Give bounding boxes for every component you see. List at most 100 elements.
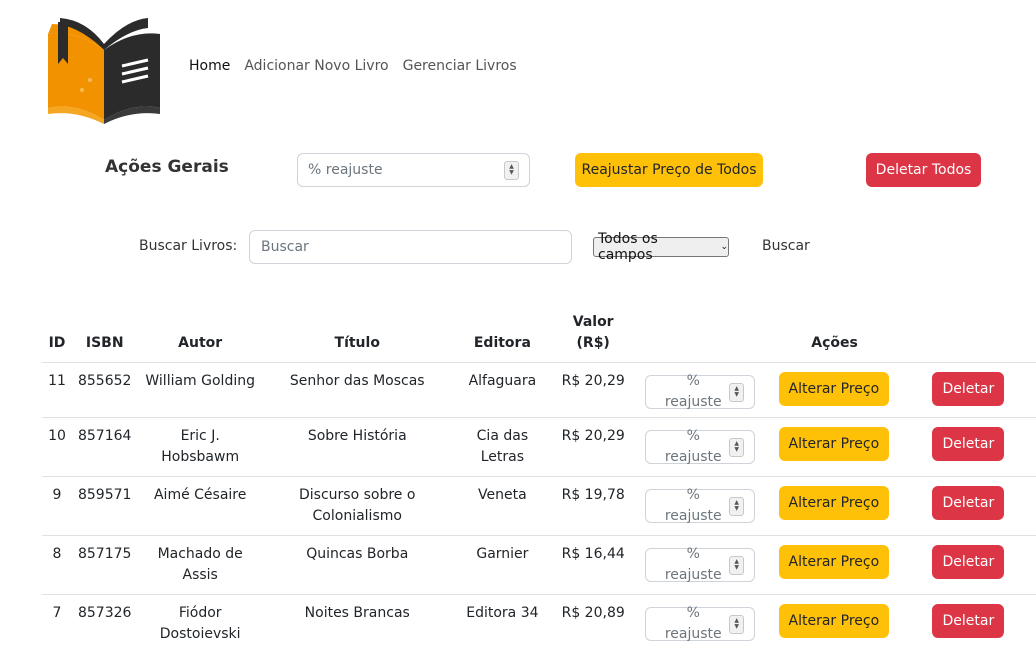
cell-id: 10: [42, 418, 72, 477]
deletar-button[interactable]: Deletar: [932, 486, 1004, 520]
nav-manage-books-link[interactable]: Gerenciar Livros: [403, 58, 517, 74]
spinner-icon[interactable]: ▲▼: [729, 438, 744, 457]
cell-reajuste: % reajuste▲▼: [633, 536, 767, 595]
cell-reajuste: % reajuste▲▼: [633, 418, 767, 477]
row-reajuste-input[interactable]: % reajuste▲▼: [645, 489, 755, 523]
search-placeholder: Buscar: [261, 239, 309, 255]
cell-deletar: Deletar: [901, 418, 1036, 477]
alterar-preco-button[interactable]: Alterar Preço: [779, 427, 889, 461]
row-reajuste-input[interactable]: % reajuste▲▼: [645, 607, 755, 641]
nav-add-book-link[interactable]: Adicionar Novo Livro: [244, 58, 388, 74]
cell-valor: R$ 20,29: [553, 418, 633, 477]
cell-deletar: Deletar: [901, 536, 1036, 595]
cell-valor: R$ 16,44: [553, 536, 633, 595]
alterar-preco-button[interactable]: Alterar Preço: [779, 545, 889, 579]
cell-titulo: Discurso sobre o Colonialismo: [263, 477, 452, 536]
search-field-select[interactable]: Todos os campos ⌄: [593, 237, 729, 257]
cell-isbn: 855652: [72, 363, 137, 418]
cell-deletar: Deletar: [901, 595, 1036, 653]
header-editora: Editora: [452, 312, 554, 363]
cell-isbn: 857175: [72, 536, 137, 595]
row-reajuste-input[interactable]: % reajuste▲▼: [645, 548, 755, 582]
table-header-row: ID ISBN Autor Título Editora Valor (R$) …: [42, 312, 1036, 363]
cell-autor: Aimé Césaire: [137, 477, 262, 536]
cell-id: 7: [42, 595, 72, 653]
cell-valor: R$ 20,29: [553, 363, 633, 418]
table-row: 11855652William GoldingSenhor das Moscas…: [42, 363, 1036, 418]
cell-editora: Veneta: [452, 477, 554, 536]
cell-id: 9: [42, 477, 72, 536]
alterar-preco-button[interactable]: Alterar Preço: [779, 486, 889, 520]
cell-autor: Fiódor Dostoievski: [137, 595, 262, 653]
deletar-button[interactable]: Deletar: [932, 372, 1004, 406]
chevron-down-icon: ⌄: [720, 242, 728, 252]
cell-titulo: Noites Brancas: [263, 595, 452, 653]
cell-titulo: Senhor das Moscas: [263, 363, 452, 418]
spinner-icon[interactable]: ▲▼: [729, 615, 744, 634]
row-reajuste-input[interactable]: % reajuste▲▼: [645, 430, 755, 464]
general-actions-title: Ações Gerais: [105, 157, 229, 177]
deletar-button[interactable]: Deletar: [932, 545, 1004, 579]
cell-isbn: 857164: [72, 418, 137, 477]
deletar-button[interactable]: Deletar: [932, 604, 1004, 638]
cell-reajuste: % reajuste▲▼: [633, 477, 767, 536]
reajustar-todos-button[interactable]: Reajustar Preço de Todos: [575, 153, 763, 187]
cell-autor: Eric J. Hobsbawm: [137, 418, 262, 477]
header-isbn: ISBN: [72, 312, 137, 363]
header-id: ID: [42, 312, 72, 363]
deletar-button[interactable]: Deletar: [932, 427, 1004, 461]
cell-valor: R$ 20,89: [553, 595, 633, 653]
cell-deletar: Deletar: [901, 363, 1036, 418]
cell-deletar: Deletar: [901, 477, 1036, 536]
row-reajuste-placeholder: % reajuste: [657, 371, 729, 413]
cell-isbn: 857326: [72, 595, 137, 653]
cell-isbn: 859571: [72, 477, 137, 536]
row-reajuste-input[interactable]: % reajuste▲▼: [645, 375, 755, 409]
cell-alterar: Alterar Preço: [767, 595, 901, 653]
cell-titulo: Quincas Borba: [263, 536, 452, 595]
main-nav: Home Adicionar Novo Livro Gerenciar Livr…: [189, 58, 531, 74]
deletar-todos-button[interactable]: Deletar Todos: [866, 153, 981, 187]
table-row: 10857164Eric J. HobsbawmSobre HistóriaCi…: [42, 418, 1036, 477]
cell-editora: Editora 34: [452, 595, 554, 653]
cell-alterar: Alterar Preço: [767, 477, 901, 536]
header-autor: Autor: [137, 312, 262, 363]
general-reajuste-placeholder: % reajuste: [308, 162, 383, 178]
book-logo-icon: [46, 14, 162, 124]
row-reajuste-placeholder: % reajuste: [657, 544, 729, 586]
cell-alterar: Alterar Preço: [767, 363, 901, 418]
spinner-icon[interactable]: ▲▼: [729, 556, 744, 575]
cell-editora: Garnier: [452, 536, 554, 595]
spinner-icon[interactable]: ▲▼: [729, 383, 744, 402]
table-row: 7857326Fiódor DostoievskiNoites BrancasE…: [42, 595, 1036, 653]
cell-id: 8: [42, 536, 72, 595]
spinner-icon[interactable]: ▲▼: [504, 161, 519, 180]
alterar-preco-button[interactable]: Alterar Preço: [779, 372, 889, 406]
table-row: 8857175Machado de AssisQuincas BorbaGarn…: [42, 536, 1036, 595]
search-input[interactable]: Buscar: [249, 230, 572, 264]
spinner-icon[interactable]: ▲▼: [729, 497, 744, 516]
cell-autor: William Golding: [137, 363, 262, 418]
row-reajuste-placeholder: % reajuste: [657, 485, 729, 527]
general-reajuste-input[interactable]: % reajuste ▲▼: [297, 153, 530, 187]
books-table: ID ISBN Autor Título Editora Valor (R$) …: [42, 312, 1036, 653]
alterar-preco-button[interactable]: Alterar Preço: [779, 604, 889, 638]
row-reajuste-placeholder: % reajuste: [657, 603, 729, 645]
row-reajuste-placeholder: % reajuste: [657, 426, 729, 468]
search-field-selected: Todos os campos: [598, 231, 714, 263]
header-valor: Valor (R$): [553, 312, 633, 363]
header-titulo: Título: [263, 312, 452, 363]
cell-alterar: Alterar Preço: [767, 536, 901, 595]
cell-editora: Cia das Letras: [452, 418, 554, 477]
cell-alterar: Alterar Preço: [767, 418, 901, 477]
cell-valor: R$ 19,78: [553, 477, 633, 536]
search-button[interactable]: Buscar: [762, 238, 810, 254]
nav-home-link[interactable]: Home: [189, 58, 230, 74]
cell-reajuste: % reajuste▲▼: [633, 595, 767, 653]
cell-autor: Machado de Assis: [137, 536, 262, 595]
table-row: 9859571Aimé CésaireDiscurso sobre o Colo…: [42, 477, 1036, 536]
cell-id: 11: [42, 363, 72, 418]
cell-editora: Alfaguara: [452, 363, 554, 418]
cell-titulo: Sobre História: [263, 418, 452, 477]
cell-reajuste: % reajuste▲▼: [633, 363, 767, 418]
